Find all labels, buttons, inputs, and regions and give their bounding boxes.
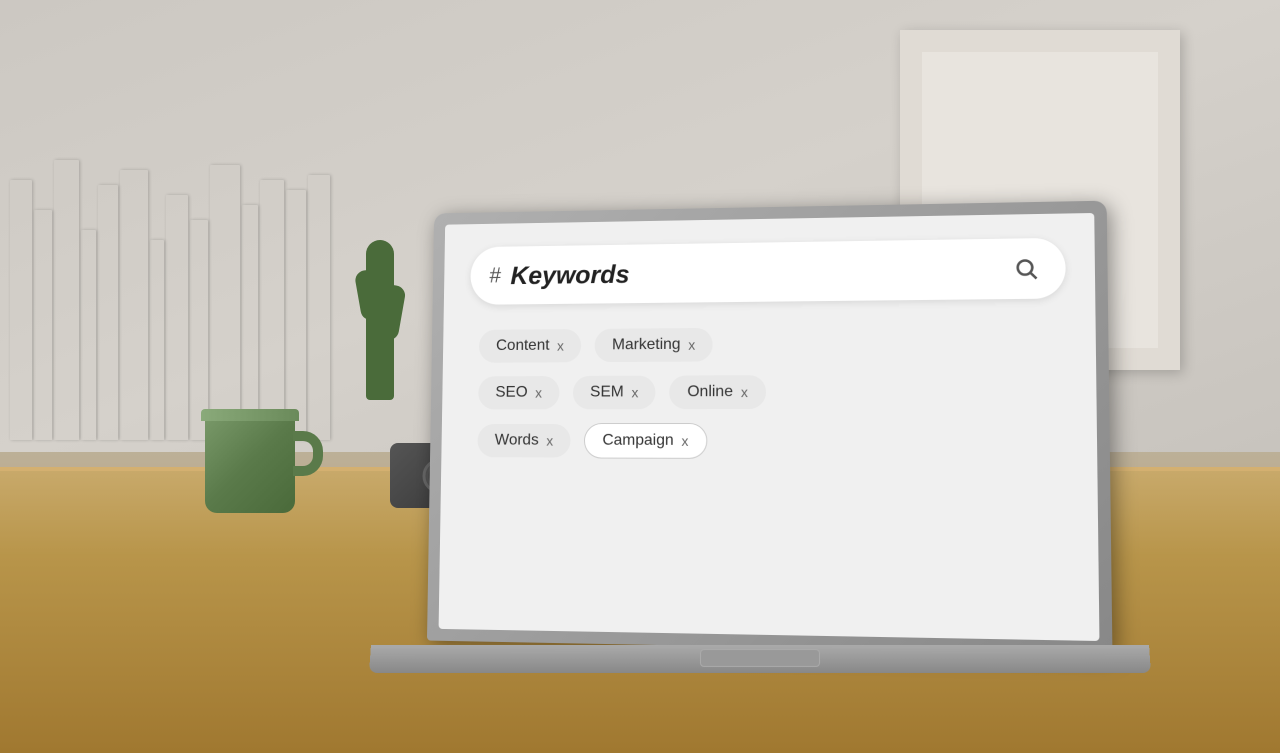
search-icon [1013,256,1038,281]
book-spine [210,165,240,440]
tag-words-label: Words [495,432,539,450]
tag-online[interactable]: Online x [670,375,766,409]
hash-symbol: # [489,263,501,288]
book-spine [190,220,208,440]
tags-row-3: Words x Campaign x [477,423,1057,460]
scene: # Keywords Content x [0,0,1280,753]
laptop-trackpad[interactable] [700,649,820,667]
book-spine [242,205,258,440]
search-input-text[interactable]: Keywords [510,253,997,290]
book-spine [150,240,164,440]
book-spine [166,195,188,440]
tag-content[interactable]: Content x [479,329,582,363]
tag-content-label: Content [496,337,550,355]
book-spine [34,210,52,440]
tag-sem[interactable]: SEM x [573,376,656,410]
tag-sem-close[interactable]: x [631,385,638,401]
tag-seo-label: SEO [495,384,527,402]
tag-sem-label: SEM [590,384,624,402]
tags-area: Content x Marketing x SEO x [468,317,1068,468]
tags-row-1: Content x Marketing x [479,325,1056,363]
search-bar[interactable]: # Keywords [470,238,1066,305]
book-spine [10,180,32,440]
tag-content-close[interactable]: x [557,338,564,354]
book-spine [120,170,148,440]
tags-row-2: SEO x SEM x Online x [478,374,1057,410]
book-spine [260,180,284,440]
tag-online-label: Online [687,383,733,401]
tag-campaign-label: Campaign [602,432,673,450]
tag-campaign[interactable]: Campaign x [584,423,707,459]
tag-marketing-label: Marketing [612,336,681,354]
book-spine [286,190,306,440]
tag-marketing-close[interactable]: x [688,337,695,353]
search-button[interactable] [1007,250,1045,287]
book-spine [98,185,118,440]
tag-marketing[interactable]: Marketing x [595,328,714,362]
laptop-base [369,645,1151,673]
book-spine [54,160,79,440]
laptop-screen: # Keywords Content x [439,213,1100,641]
tag-online-close[interactable]: x [741,384,748,400]
tag-campaign-close[interactable]: x [681,433,688,449]
mug [205,413,305,523]
book-spine [81,230,96,440]
tag-words[interactable]: Words x [477,424,570,457]
laptop: # Keywords Content x [370,205,1150,673]
tag-seo-close[interactable]: x [535,385,542,401]
tag-seo[interactable]: SEO x [478,376,559,409]
tag-words-close[interactable]: x [546,433,553,449]
bookshelf [0,120,360,440]
laptop-screen-frame: # Keywords Content x [427,201,1112,654]
book-spine [308,175,330,440]
